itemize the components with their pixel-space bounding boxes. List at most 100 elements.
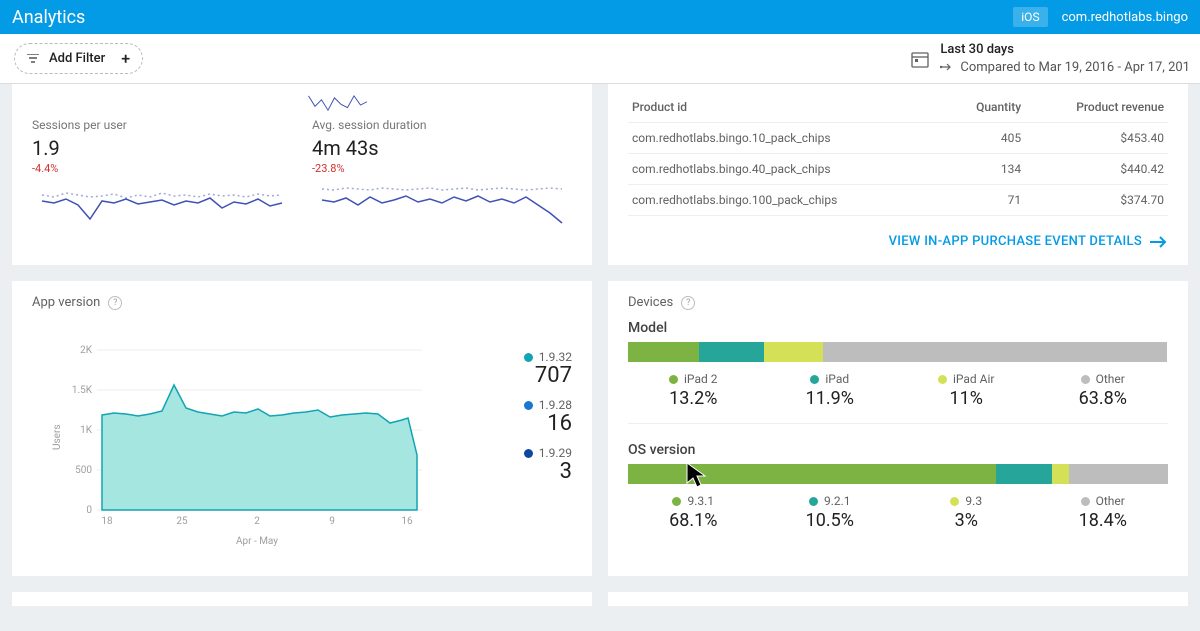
legend-label: 1.9.29 <box>539 446 572 460</box>
devices-model-bar <box>628 342 1168 362</box>
legend-label: Other <box>1096 494 1125 508</box>
legend-value: 16 <box>547 412 572 436</box>
metric-avg-session-duration: Avg. session duration 4m 43s -23.8% <box>312 118 572 230</box>
metric-title: Avg. session duration <box>312 118 572 132</box>
svg-text:0: 0 <box>86 505 92 516</box>
svg-text:9: 9 <box>329 516 335 527</box>
table-row[interactable]: com.redhotlabs.bingo.40_pack_chips 134 $… <box>628 154 1168 185</box>
legend-label: 9.3.1 <box>687 494 714 508</box>
date-range-main: Last 30 days <box>940 41 1190 59</box>
topbar: Analytics iOS com.redhotlabs.bingo <box>0 0 1200 34</box>
legend-dot <box>669 375 678 384</box>
legend-value: 11% <box>950 388 983 409</box>
y-axis-label: Users <box>52 425 63 451</box>
col-product-id[interactable]: Product id <box>628 92 946 123</box>
legend-item[interactable]: Other 18.4% <box>1038 494 1169 531</box>
svg-text:2K: 2K <box>80 345 93 356</box>
svg-text:500: 500 <box>75 465 92 476</box>
svg-text:25: 25 <box>176 516 188 527</box>
help-icon[interactable]: ? <box>681 296 695 310</box>
legend-item[interactable]: 1.9.28 16 <box>462 398 572 436</box>
legend-dot <box>1081 497 1090 506</box>
svg-text:18: 18 <box>101 516 113 527</box>
legend-dot <box>938 375 947 384</box>
bar-segment <box>1052 464 1068 484</box>
legend-label: iPad 2 <box>684 372 717 386</box>
svg-text:1.5K: 1.5K <box>72 385 93 396</box>
view-purchase-details-link[interactable]: VIEW IN-APP PURCHASE EVENT DETAILS <box>628 234 1168 249</box>
legend-item[interactable]: 9.3.1 68.1% <box>628 494 759 531</box>
location-card-stub: Location <box>12 592 592 606</box>
legend-item[interactable]: iPad 11.9% <box>765 372 896 409</box>
bar-segment <box>764 342 823 362</box>
cell-qty: 71 <box>946 185 1025 216</box>
products-table: Product id Quantity Product revenue com.… <box>628 92 1168 216</box>
app-version-card: App version ? Users 2K 1.5K <box>12 281 592 576</box>
page-title: Analytics <box>12 7 85 28</box>
demographics-card-stub: Demographics <box>608 592 1188 606</box>
add-filter-label: Add Filter <box>49 51 105 66</box>
legend-label: 9.2.1 <box>824 494 851 508</box>
metric-delta: -4.4% <box>32 162 292 175</box>
app-version-chart: Users 2K 1.5K 1K 500 0 <box>32 320 452 560</box>
legend-value: 18.4% <box>1079 510 1127 531</box>
date-range-selector[interactable]: Last 30 days Compared to Mar 19, 2016 - … <box>910 41 1190 76</box>
legend-label: Other <box>1096 372 1125 386</box>
table-row[interactable]: com.redhotlabs.bingo.100_pack_chips 71 $… <box>628 185 1168 216</box>
legend-value: 707 <box>535 364 572 388</box>
legend-item[interactable]: iPad Air 11% <box>901 372 1032 409</box>
cell-rev: $453.40 <box>1025 123 1168 154</box>
legend-dot <box>809 497 818 506</box>
cell-qty: 134 <box>946 154 1025 185</box>
bar-segment <box>996 464 1053 484</box>
bar-segment <box>823 342 1168 362</box>
legend-value: 13.2% <box>669 388 717 409</box>
devices-model-legend: iPad 2 13.2% iPad 11.9% iPad Air 11% Oth… <box>628 372 1168 424</box>
help-icon[interactable]: ? <box>108 296 122 310</box>
legend-item[interactable]: 1.9.32 707 <box>462 350 572 388</box>
svg-text:2: 2 <box>254 516 260 527</box>
add-filter-button[interactable]: Add Filter + <box>14 43 143 74</box>
metric-value: 4m 43s <box>312 136 572 160</box>
devices-os-title: OS version <box>628 442 1168 458</box>
legend-dot <box>524 353 533 362</box>
cell-product-id: com.redhotlabs.bingo.100_pack_chips <box>628 185 946 216</box>
legend-dot <box>950 497 959 506</box>
legend-dot <box>524 449 533 458</box>
col-revenue[interactable]: Product revenue <box>1025 92 1168 123</box>
legend-item[interactable]: 1.9.29 3 <box>462 446 572 484</box>
cell-rev: $374.70 <box>1025 185 1168 216</box>
sparkline-sessions <box>32 175 292 230</box>
devices-card: Devices ? Model iPad 2 13.2% iPad 11.9% <box>608 281 1188 576</box>
legend-dot <box>524 401 533 410</box>
card-title-label: Devices <box>628 295 673 310</box>
col-quantity[interactable]: Quantity <box>946 92 1025 123</box>
svg-text:Apr - May: Apr - May <box>236 536 278 547</box>
plus-icon: + <box>121 49 130 68</box>
metrics-card: Sessions per user 1.9 -4.4% Avg. session… <box>12 84 592 265</box>
legend-item[interactable]: iPad 2 13.2% <box>628 372 759 409</box>
legend-item[interactable]: Other 63.8% <box>1038 372 1169 409</box>
card-title-label: App version <box>32 295 100 310</box>
legend-item[interactable]: 9.3 3% <box>901 494 1032 531</box>
bar-segment <box>1069 464 1168 484</box>
app-id-label: com.redhotlabs.bingo <box>1062 10 1188 25</box>
arrow-right-icon <box>1150 235 1168 249</box>
calendar-icon <box>910 49 930 69</box>
cell-qty: 405 <box>946 123 1025 154</box>
link-label: VIEW IN-APP PURCHASE EVENT DETAILS <box>889 234 1142 249</box>
legend-label: iPad Air <box>953 372 995 386</box>
compare-icon <box>940 62 954 72</box>
legend-item[interactable]: 9.2.1 10.5% <box>765 494 896 531</box>
metric-value: 1.9 <box>32 136 292 160</box>
legend-value: 11.9% <box>806 388 854 409</box>
devices-os-bar <box>628 464 1168 484</box>
devices-os-legend: 9.3.1 68.1% 9.2.1 10.5% 9.3 3% Other 18.… <box>628 494 1168 545</box>
legend-dot <box>672 497 681 506</box>
bar-segment <box>628 342 699 362</box>
platform-badge[interactable]: iOS <box>1013 7 1047 27</box>
area-series-1 <box>102 385 417 510</box>
cell-product-id: com.redhotlabs.bingo.10_pack_chips <box>628 123 946 154</box>
sparkline-duration <box>312 175 572 230</box>
table-row[interactable]: com.redhotlabs.bingo.10_pack_chips 405 $… <box>628 123 1168 154</box>
